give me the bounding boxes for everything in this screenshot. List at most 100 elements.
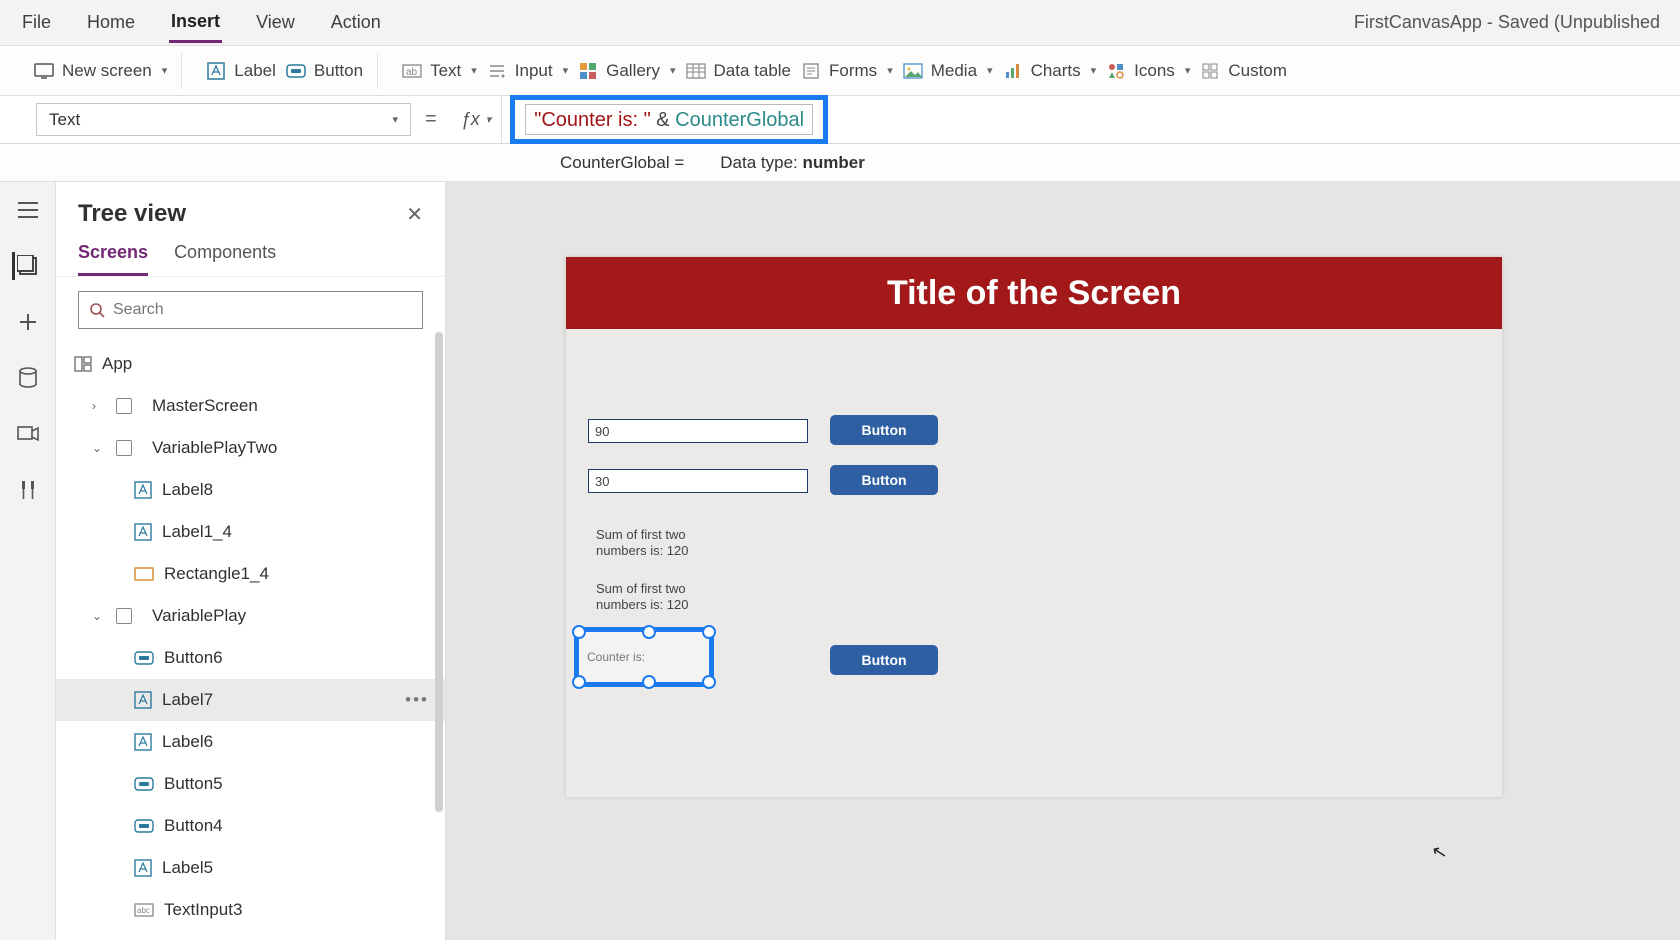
more-icon[interactable]: •••: [405, 690, 429, 710]
tree-item-label: Label5: [162, 858, 213, 878]
close-icon[interactable]: ✕: [406, 202, 423, 227]
formula-highlight-box: "Counter is: " & CounterGlobal: [510, 95, 828, 144]
canvas-button-1[interactable]: Button: [830, 415, 938, 445]
insert-label-text: Label: [234, 61, 276, 81]
insert-media-label: Media: [931, 61, 977, 81]
formula-input[interactable]: "Counter is: " & CounterGlobal: [525, 104, 813, 135]
canvas-button-3[interactable]: Button: [830, 645, 938, 675]
insert-charts-menu[interactable]: Charts ▾: [1003, 61, 1097, 81]
chevron-down-icon: ▾: [987, 64, 993, 77]
tab-screens[interactable]: Screens: [78, 236, 148, 276]
menu-view[interactable]: View: [254, 4, 297, 41]
screen-canvas[interactable]: Title of the Screen Button Button Sum of…: [566, 257, 1502, 797]
chevron-down-icon: ▾: [887, 64, 893, 77]
canvas-area[interactable]: Title of the Screen Button Button Sum of…: [446, 182, 1680, 940]
chevron-down-icon: ▾: [563, 64, 569, 77]
hamburger-icon[interactable]: [14, 196, 42, 224]
tree-item-rectangle1_4[interactable]: Rectangle1_4: [56, 553, 445, 595]
tree-item-label1_4[interactable]: Label1_4: [56, 511, 445, 553]
selected-label-text: Counter is:: [587, 650, 645, 664]
resize-handle-s[interactable]: [642, 675, 656, 689]
tree-item-label: MasterScreen: [152, 396, 258, 416]
tree-search[interactable]: [78, 291, 423, 329]
insert-data-table-button[interactable]: Data table: [686, 61, 792, 81]
checkbox-icon[interactable]: [116, 440, 132, 456]
insert-label-button[interactable]: Label: [206, 61, 276, 81]
tree-item-label7[interactable]: Label7•••: [56, 679, 445, 721]
property-selector[interactable]: Text ▾: [36, 103, 411, 136]
insert-input-menu[interactable]: Input ▾: [487, 61, 568, 81]
insert-forms-menu[interactable]: Forms ▾: [801, 61, 893, 81]
text-input-2[interactable]: [588, 469, 808, 493]
tree-item-label: Label6: [162, 732, 213, 752]
tree-item-label6[interactable]: Label6: [56, 721, 445, 763]
tree-item-label: VariablePlay: [152, 606, 246, 626]
chevron-down-icon: ▾: [1091, 64, 1097, 77]
insert-rail-button[interactable]: [14, 308, 42, 336]
insert-custom-menu[interactable]: Custom: [1200, 61, 1287, 81]
text-input-1[interactable]: [588, 419, 808, 443]
insert-custom-label: Custom: [1228, 61, 1287, 81]
label-icon: [206, 61, 226, 81]
tree-item-app[interactable]: App: [56, 343, 445, 385]
new-screen-button[interactable]: New screen ▾: [34, 61, 167, 81]
scrollbar[interactable]: [435, 332, 443, 812]
canvas-button-2[interactable]: Button: [830, 465, 938, 495]
tree-search-input[interactable]: [113, 301, 412, 319]
charts-icon: [1003, 61, 1023, 81]
media-rail-button[interactable]: [14, 420, 42, 448]
formula-token-operator: &: [651, 109, 675, 131]
hint-datatype-label: Data type:: [720, 153, 802, 172]
left-rail: [0, 182, 56, 940]
resize-handle-sw[interactable]: [572, 675, 586, 689]
insert-icons-label: Icons: [1134, 61, 1175, 81]
tab-components[interactable]: Components: [174, 236, 276, 276]
menu-action[interactable]: Action: [329, 4, 383, 41]
tree-item-icon: [134, 523, 152, 541]
menu-file[interactable]: File: [20, 4, 53, 41]
tree-item-variableplaytwo[interactable]: ⌄VariablePlayTwo: [56, 427, 445, 469]
menu-home[interactable]: Home: [85, 4, 137, 41]
insert-forms-label: Forms: [829, 61, 877, 81]
insert-gallery-menu[interactable]: Gallery ▾: [578, 61, 675, 81]
insert-icons-menu[interactable]: Icons ▾: [1106, 61, 1190, 81]
tree-item-button5[interactable]: Button5: [56, 763, 445, 805]
tree-item-masterscreen[interactable]: › MasterScreen: [56, 385, 445, 427]
data-rail-button[interactable]: [14, 364, 42, 392]
resize-handle-n[interactable]: [642, 625, 656, 639]
tree-item-label5[interactable]: Label5: [56, 847, 445, 889]
checkbox-icon[interactable]: [116, 608, 132, 624]
hint-variable-name: CounterGlobal: [560, 153, 670, 172]
insert-text-menu[interactable]: ab Text ▾: [402, 61, 477, 81]
formula-bar: Text ▾ = ƒx ▾ "Counter is: " & CounterGl…: [0, 96, 1680, 144]
chevron-down-icon: ▾: [486, 113, 492, 126]
checkbox-icon[interactable]: [116, 398, 132, 414]
caret-icon[interactable]: ⌄: [92, 441, 106, 455]
tree-item-button4[interactable]: Button4: [56, 805, 445, 847]
tree-item-button6[interactable]: Button6: [56, 637, 445, 679]
insert-charts-label: Charts: [1031, 61, 1081, 81]
selected-label7[interactable]: Counter is:: [574, 627, 714, 687]
tree-view-title: Tree view: [78, 200, 186, 228]
insert-button-text: Button: [314, 61, 363, 81]
tree-item-label: Button4: [164, 816, 223, 836]
insert-button-button[interactable]: Button: [286, 61, 363, 81]
menu-insert[interactable]: Insert: [169, 3, 222, 43]
property-selector-value: Text: [49, 110, 80, 130]
tree-item-variableplay[interactable]: ⌄ VariablePlay: [56, 595, 445, 637]
caret-icon[interactable]: ⌄: [92, 609, 106, 623]
advanced-tools-rail-button[interactable]: [14, 476, 42, 504]
tree-view-rail-button[interactable]: [12, 252, 40, 280]
fx-button[interactable]: ƒx ▾: [451, 96, 503, 143]
resize-handle-ne[interactable]: [702, 625, 716, 639]
resize-handle-se[interactable]: [702, 675, 716, 689]
tree-item-textinput3[interactable]: abcTextInput3: [56, 889, 445, 931]
caret-icon[interactable]: ›: [92, 399, 106, 413]
insert-media-menu[interactable]: Media ▾: [903, 61, 993, 81]
chevron-down-icon: ▾: [471, 64, 477, 77]
icons-icon: [1106, 61, 1126, 81]
tree-item-label8[interactable]: Label8: [56, 469, 445, 511]
equals-label: =: [411, 96, 451, 143]
resize-handle-nw[interactable]: [572, 625, 586, 639]
formula-token-variable: CounterGlobal: [675, 109, 804, 131]
